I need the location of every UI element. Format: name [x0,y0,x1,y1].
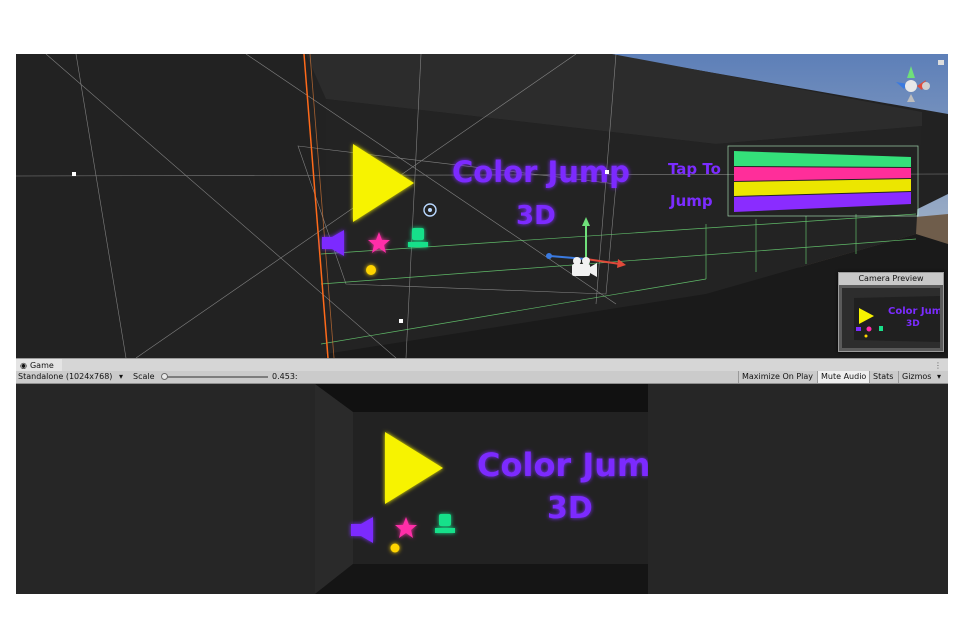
stats-button[interactable]: Stats [869,371,896,383]
game-title-line2: 3D [547,491,593,526]
game-floor [315,564,648,594]
game-tab-bar: ◉ Game ⋮ [16,358,948,372]
vertex-handle[interactable] [72,172,76,176]
game-title-line1: Color Jump [477,446,648,484]
maximize-on-play-button[interactable]: Maximize On Play [738,371,816,383]
preview-star-icon [866,326,872,332]
preview-podium-icon [879,326,883,331]
mute-audio-button[interactable]: Mute Audio [817,371,870,383]
preview-speaker-icon [856,327,861,331]
preview-title-line2: 3D [906,319,920,329]
unity-editor-window: Color Jump 3D Tap To Jump Camera Preview… [16,54,948,594]
gizmos-chevron-down-icon[interactable]: ▾ [937,371,941,383]
gizmos-button[interactable]: Gizmos [898,371,934,383]
camera-preview-title: Camera Preview [839,273,943,285]
resolution-label: Standalone (1024x768) [18,372,113,381]
scale-value: 0.453: [272,372,298,381]
game-toolbar: Standalone (1024x768) ▾ Scale 0.453: Max… [16,371,948,384]
scale-slider-track[interactable] [164,376,268,378]
preview-play-icon [859,308,874,324]
preview-coin-icon [864,334,868,338]
scale-slider-knob[interactable] [161,373,168,380]
scene-tap-line2: Jump [669,192,713,210]
game-ceiling [315,384,648,412]
chevron-down-icon[interactable]: ▾ [119,371,123,383]
game-view[interactable]: Color Jump 3D [16,384,948,594]
preview-title-line1: Color Jump [888,306,940,317]
vertex-handle[interactable] [605,170,609,174]
lock-icon[interactable] [938,60,944,65]
game-render: Color Jump 3D [315,384,648,594]
scene-view[interactable]: Color Jump 3D Tap To Jump Camera Preview… [16,54,948,358]
game-coin-icon [390,543,400,553]
vertex-handle[interactable] [399,319,403,323]
resolution-dropdown[interactable]: Standalone (1024x768) [18,371,112,383]
scene-title-line1: Color Jump [452,155,630,189]
scale-label: Scale [133,372,155,381]
coin-icon [366,265,376,275]
scene-canvas[interactable]: Color Jump 3D Tap To Jump [16,54,948,358]
game-left-wall [315,384,353,594]
scene-tap-line1: Tap To [668,160,721,178]
camera-preview[interactable]: Camera Preview Color Jump 3D [838,272,944,352]
camera-preview-view: Color Jump 3D [842,288,940,348]
scene-title-line2: 3D [516,201,556,231]
